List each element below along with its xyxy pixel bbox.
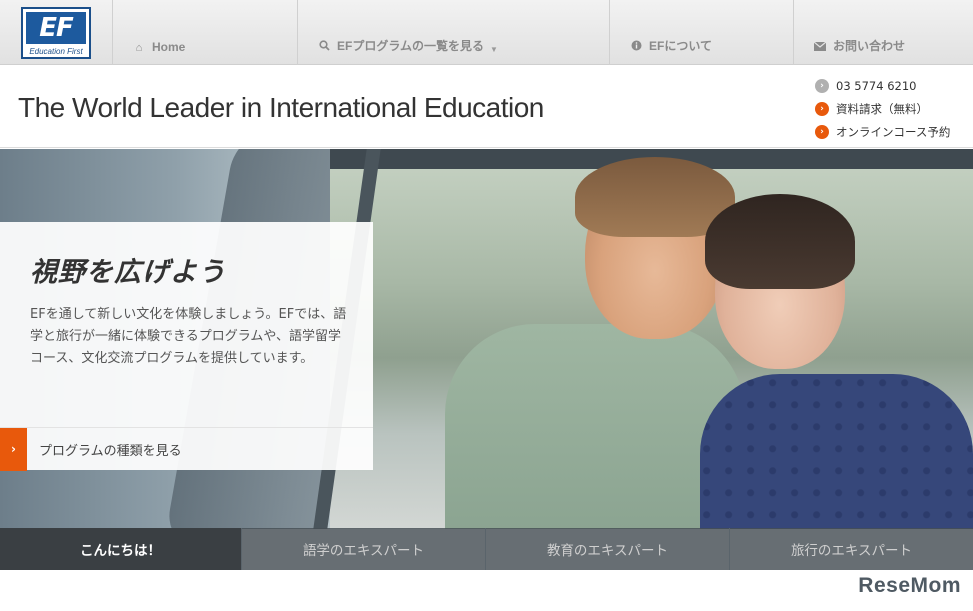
arrow-right-icon: ›	[815, 101, 829, 116]
nav-contact-label: お問い合わせ	[833, 39, 906, 53]
search-icon	[318, 40, 330, 54]
nav-about-label: EFについて	[649, 39, 712, 53]
nav-programs-label: EFプログラムの一覧を見る	[337, 39, 484, 53]
booking-link[interactable]: › オンラインコース予約	[815, 120, 973, 143]
arrow-right-icon: ›	[815, 124, 829, 139]
header: The World Leader in International Educat…	[0, 66, 973, 148]
brochure-label: 資料請求（無料）	[836, 101, 928, 116]
phone-number: › 03 5774 6210	[815, 74, 973, 97]
hero-banner: 視野を広げよう EFを通して新しい文化を体験しましょう。EFでは、語学と旅行が一…	[0, 149, 973, 529]
tab-language-expert[interactable]: 語学のエキスパート	[242, 528, 486, 570]
logo-subtitle: Education First	[29, 46, 83, 56]
view-programs-button[interactable]: › プログラムの種類を見る	[0, 427, 373, 471]
hero-photo-person-body	[700, 374, 973, 529]
top-nav: EF Education First ⌂ Home EFプログラムの一覧を見る …	[0, 0, 973, 65]
phone-label: 03 5774 6210	[836, 78, 917, 93]
nav-contact[interactable]: お問い合わせ	[794, 0, 973, 65]
brochure-link[interactable]: › 資料請求（無料）	[815, 97, 973, 120]
view-programs-label: プログラムの種類を見る	[39, 443, 182, 459]
nav-home-label: Home	[152, 40, 186, 54]
phone-icon: ›	[815, 78, 829, 93]
logo-text: EF	[26, 11, 86, 44]
ef-logo[interactable]: EF Education First	[0, 0, 113, 65]
hero-photo-person-hair	[705, 194, 855, 289]
nav-programs[interactable]: EFプログラムの一覧を見る ▼	[298, 0, 610, 65]
chevron-down-icon: ▼	[489, 45, 498, 54]
watermark: ReseMom	[858, 574, 961, 597]
envelope-icon	[813, 41, 827, 54]
tab-travel-expert[interactable]: 旅行のエキスパート	[730, 528, 973, 570]
hero-text-panel: 視野を広げよう EFを通して新しい文化を体験しましょう。EFでは、語学と旅行が一…	[0, 222, 373, 471]
contact-links: › 03 5774 6210 › 資料請求（無料） › オンラインコース予約	[815, 74, 973, 143]
logo-mark: EF Education First	[21, 6, 91, 59]
hero-title: 視野を広げよう	[30, 257, 226, 288]
tab-hello[interactable]: こんにちは！	[0, 528, 242, 570]
chevron-right-icon: ›	[0, 427, 27, 471]
info-icon	[630, 40, 642, 54]
page-title: The World Leader in International Educat…	[18, 92, 544, 123]
home-icon: ⌂	[135, 42, 143, 54]
hero-description: EFを通して新しい文化を体験しましょう。EFでは、語学と旅行が一緒に体験できるプ…	[30, 307, 347, 366]
nav-about[interactable]: EFについて	[610, 0, 794, 65]
nav-home[interactable]: ⌂ Home	[113, 0, 298, 65]
tab-education-expert[interactable]: 教育のエキスパート	[486, 528, 730, 570]
booking-label: オンラインコース予約	[836, 124, 951, 139]
hero-tabs: こんにちは！ 語学のエキスパート 教育のエキスパート 旅行のエキスパート	[0, 528, 973, 570]
